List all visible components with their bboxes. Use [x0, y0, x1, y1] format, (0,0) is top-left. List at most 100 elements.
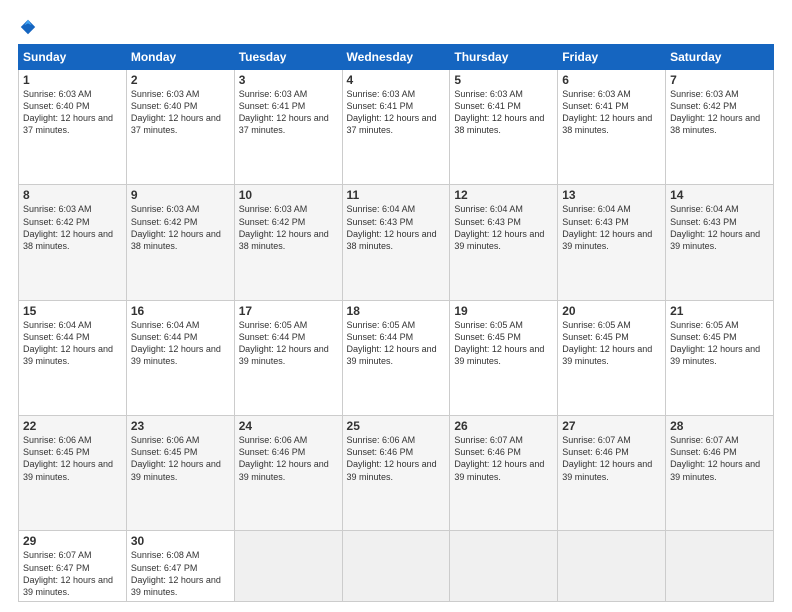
calendar-cell: 13Sunrise: 6:04 AMSunset: 6:43 PMDayligh…	[558, 185, 666, 300]
calendar-cell	[558, 531, 666, 602]
calendar-cell: 21Sunrise: 6:05 AMSunset: 6:45 PMDayligh…	[666, 300, 774, 415]
day-number: 12	[454, 188, 553, 202]
calendar-cell	[450, 531, 558, 602]
day-number: 30	[131, 534, 230, 548]
day-number: 5	[454, 73, 553, 87]
day-info: Sunrise: 6:08 AMSunset: 6:47 PMDaylight:…	[131, 549, 230, 598]
day-number: 18	[347, 304, 446, 318]
page: SundayMondayTuesdayWednesdayThursdayFrid…	[0, 0, 792, 612]
calendar-cell: 16Sunrise: 6:04 AMSunset: 6:44 PMDayligh…	[126, 300, 234, 415]
calendar-cell: 19Sunrise: 6:05 AMSunset: 6:45 PMDayligh…	[450, 300, 558, 415]
calendar-cell: 11Sunrise: 6:04 AMSunset: 6:43 PMDayligh…	[342, 185, 450, 300]
calendar-cell: 25Sunrise: 6:06 AMSunset: 6:46 PMDayligh…	[342, 416, 450, 531]
calendar-cell: 26Sunrise: 6:07 AMSunset: 6:46 PMDayligh…	[450, 416, 558, 531]
day-info: Sunrise: 6:04 AMSunset: 6:44 PMDaylight:…	[131, 319, 230, 368]
day-number: 1	[23, 73, 122, 87]
day-number: 2	[131, 73, 230, 87]
calendar-header-monday: Monday	[126, 45, 234, 70]
day-info: Sunrise: 6:03 AMSunset: 6:41 PMDaylight:…	[347, 88, 446, 137]
calendar-header-saturday: Saturday	[666, 45, 774, 70]
calendar-cell: 4Sunrise: 6:03 AMSunset: 6:41 PMDaylight…	[342, 70, 450, 185]
day-number: 16	[131, 304, 230, 318]
calendar-cell: 27Sunrise: 6:07 AMSunset: 6:46 PMDayligh…	[558, 416, 666, 531]
day-info: Sunrise: 6:05 AMSunset: 6:44 PMDaylight:…	[239, 319, 338, 368]
calendar-cell: 20Sunrise: 6:05 AMSunset: 6:45 PMDayligh…	[558, 300, 666, 415]
day-info: Sunrise: 6:05 AMSunset: 6:45 PMDaylight:…	[670, 319, 769, 368]
calendar-cell: 9Sunrise: 6:03 AMSunset: 6:42 PMDaylight…	[126, 185, 234, 300]
calendar-cell: 30Sunrise: 6:08 AMSunset: 6:47 PMDayligh…	[126, 531, 234, 602]
day-info: Sunrise: 6:04 AMSunset: 6:44 PMDaylight:…	[23, 319, 122, 368]
day-number: 11	[347, 188, 446, 202]
day-info: Sunrise: 6:04 AMSunset: 6:43 PMDaylight:…	[347, 203, 446, 252]
calendar-cell: 3Sunrise: 6:03 AMSunset: 6:41 PMDaylight…	[234, 70, 342, 185]
calendar-cell	[666, 531, 774, 602]
calendar-cell: 8Sunrise: 6:03 AMSunset: 6:42 PMDaylight…	[19, 185, 127, 300]
calendar-cell: 6Sunrise: 6:03 AMSunset: 6:41 PMDaylight…	[558, 70, 666, 185]
day-info: Sunrise: 6:05 AMSunset: 6:45 PMDaylight:…	[562, 319, 661, 368]
day-info: Sunrise: 6:04 AMSunset: 6:43 PMDaylight:…	[562, 203, 661, 252]
calendar-week-5: 29Sunrise: 6:07 AMSunset: 6:47 PMDayligh…	[19, 531, 774, 602]
day-number: 7	[670, 73, 769, 87]
day-number: 27	[562, 419, 661, 433]
day-number: 19	[454, 304, 553, 318]
day-info: Sunrise: 6:03 AMSunset: 6:41 PMDaylight:…	[239, 88, 338, 137]
calendar-week-4: 22 Sunrise: 6:06 AMSunset: 6:45 PMDayligh…	[19, 416, 774, 531]
calendar-cell: 29Sunrise: 6:07 AMSunset: 6:47 PMDayligh…	[19, 531, 127, 602]
day-info: Sunrise: 6:06 AMSunset: 6:46 PMDaylight:…	[239, 434, 338, 483]
day-info: Sunrise: 6:03 AMSunset: 6:42 PMDaylight:…	[23, 203, 122, 252]
day-number: 13	[562, 188, 661, 202]
calendar-week-2: 8Sunrise: 6:03 AMSunset: 6:42 PMDaylight…	[19, 185, 774, 300]
calendar-week-3: 15Sunrise: 6:04 AMSunset: 6:44 PMDayligh…	[19, 300, 774, 415]
day-number: 3	[239, 73, 338, 87]
day-info: Sunrise: 6:05 AMSunset: 6:44 PMDaylight:…	[347, 319, 446, 368]
calendar-cell: 10Sunrise: 6:03 AMSunset: 6:42 PMDayligh…	[234, 185, 342, 300]
calendar-cell	[342, 531, 450, 602]
calendar-header-sunday: Sunday	[19, 45, 127, 70]
day-info: Sunrise: 6:05 AMSunset: 6:45 PMDaylight:…	[454, 319, 553, 368]
calendar-header-wednesday: Wednesday	[342, 45, 450, 70]
calendar-cell: 5Sunrise: 6:03 AMSunset: 6:41 PMDaylight…	[450, 70, 558, 185]
calendar-cell: 18Sunrise: 6:05 AMSunset: 6:44 PMDayligh…	[342, 300, 450, 415]
day-info: Sunrise: 6:07 AMSunset: 6:46 PMDaylight:…	[670, 434, 769, 483]
calendar-cell: 23Sunrise: 6:06 AMSunset: 6:45 PMDayligh…	[126, 416, 234, 531]
day-info: Sunrise: 6:03 AMSunset: 6:40 PMDaylight:…	[131, 88, 230, 137]
calendar-cell: 12Sunrise: 6:04 AMSunset: 6:43 PMDayligh…	[450, 185, 558, 300]
calendar-header-tuesday: Tuesday	[234, 45, 342, 70]
day-info: Sunrise: 6:07 AMSunset: 6:46 PMDaylight:…	[454, 434, 553, 483]
day-number: 29	[23, 534, 122, 548]
day-number: 6	[562, 73, 661, 87]
calendar-cell: 22Sunrise: 6:06 AMSunset: 6:45 PMDayligh…	[19, 416, 127, 531]
day-number: 21	[670, 304, 769, 318]
day-number: 20	[562, 304, 661, 318]
calendar-header-row: SundayMondayTuesdayWednesdayThursdayFrid…	[19, 45, 774, 70]
calendar-header-friday: Friday	[558, 45, 666, 70]
day-info: Sunrise: 6:07 AMSunset: 6:46 PMDaylight:…	[562, 434, 661, 483]
day-number: 26	[454, 419, 553, 433]
day-info: Sunrise: 6:04 AMSunset: 6:43 PMDaylight:…	[670, 203, 769, 252]
day-info: Sunrise: 6:07 AMSunset: 6:47 PMDaylight:…	[23, 549, 122, 598]
day-info: Sunrise: 6:03 AMSunset: 6:41 PMDaylight:…	[562, 88, 661, 137]
calendar-cell: 17Sunrise: 6:05 AMSunset: 6:44 PMDayligh…	[234, 300, 342, 415]
calendar-cell: 2Sunrise: 6:03 AMSunset: 6:40 PMDaylight…	[126, 70, 234, 185]
day-number: 25	[347, 419, 446, 433]
day-number: 9	[131, 188, 230, 202]
day-info: Sunrise: 6:03 AMSunset: 6:42 PMDaylight:…	[239, 203, 338, 252]
day-info: Sunrise: 6:06 AMSunset: 6:46 PMDaylight:…	[347, 434, 446, 483]
day-number: 24	[239, 419, 338, 433]
calendar-cell: 28Sunrise: 6:07 AMSunset: 6:46 PMDayligh…	[666, 416, 774, 531]
day-number: 15	[23, 304, 122, 318]
day-number: 22	[23, 419, 122, 433]
day-number: 28	[670, 419, 769, 433]
day-number: 23	[131, 419, 230, 433]
day-info: Sunrise: 6:03 AMSunset: 6:42 PMDaylight:…	[131, 203, 230, 252]
day-number: 17	[239, 304, 338, 318]
day-info: Sunrise: 6:04 AMSunset: 6:43 PMDaylight:…	[454, 203, 553, 252]
calendar-cell: 24Sunrise: 6:06 AMSunset: 6:46 PMDayligh…	[234, 416, 342, 531]
logo-icon	[19, 18, 37, 36]
day-info: Sunrise: 6:06 AMSunset: 6:45 PMDaylight:…	[131, 434, 230, 483]
calendar-header-thursday: Thursday	[450, 45, 558, 70]
logo	[18, 18, 38, 36]
day-number: 10	[239, 188, 338, 202]
day-number: 4	[347, 73, 446, 87]
calendar-week-1: 1 Sunrise: 6:03 AMSunset: 6:40 PMDaylight…	[19, 70, 774, 185]
